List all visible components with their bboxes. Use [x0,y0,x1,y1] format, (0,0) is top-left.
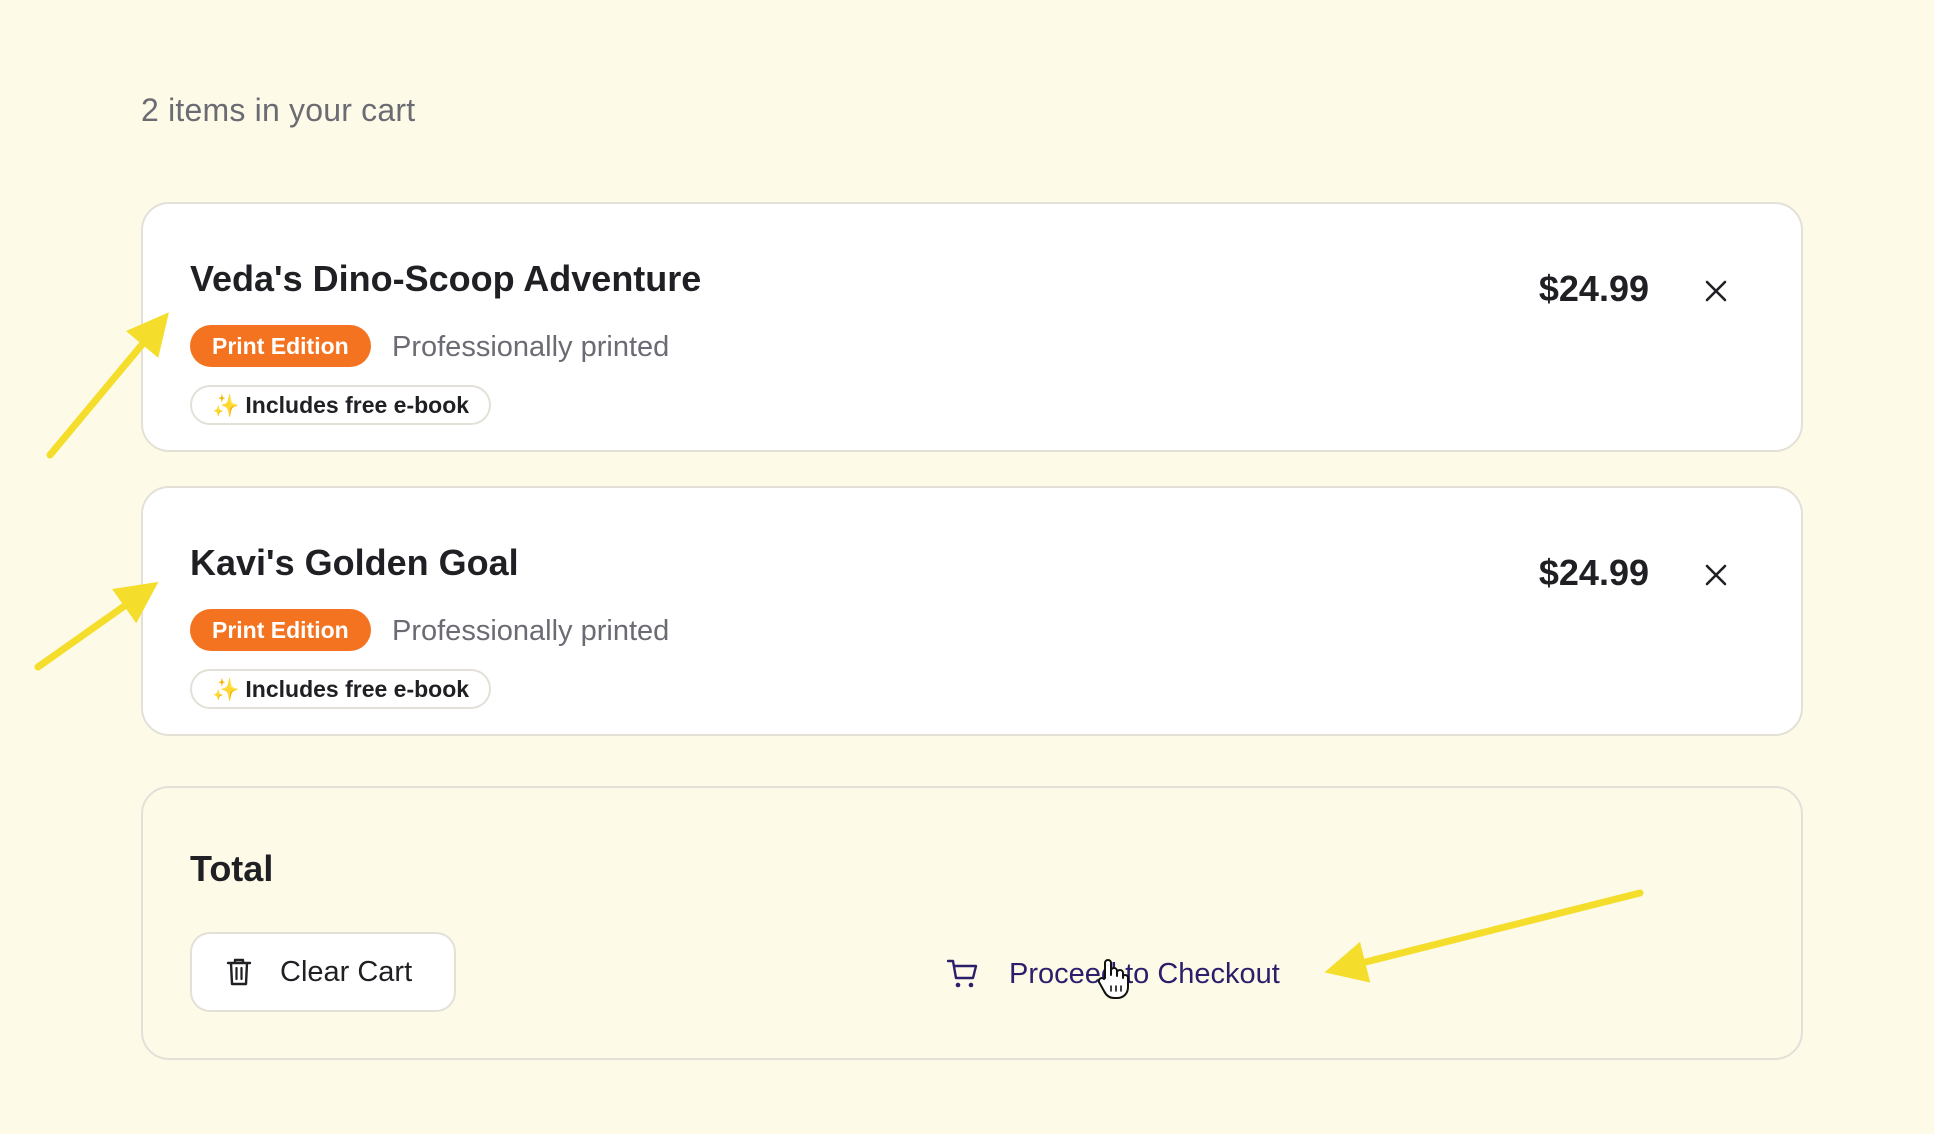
total-card: Total Clear Cart Proceed to Checkout [141,786,1803,1060]
remove-item-button[interactable] [1699,274,1733,308]
edition-badge: Print Edition [190,325,371,367]
item-price: $24.99 [1538,268,1649,309]
clear-cart-label: Clear Cart [280,955,413,988]
sparkle-icon: ✨ [212,676,240,702]
ebook-note: Includes free e-book [245,675,470,702]
item-price: $24.99 [1538,552,1649,593]
hand-pointer-icon [1096,958,1130,1005]
cart-icon [947,959,978,988]
annotation-arrow [34,581,159,671]
close-icon [1705,564,1727,586]
edition-description: Professionally printed [392,331,670,363]
checkout-label: Proceed to Checkout [1009,957,1280,990]
clear-cart-button[interactable]: Clear Cart [190,932,456,1012]
edition-badge: Print Edition [190,609,371,651]
close-icon [1705,280,1727,302]
cart-item: Veda's Dino-Scoop Adventure Print Editio… [141,202,1803,452]
item-title: Kavi's Golden Goal [190,542,519,583]
cart-item: Kavi's Golden Goal Print Edition Profess… [141,486,1803,736]
cart-summary: 2 items in your cart [141,92,416,128]
remove-item-button[interactable] [1699,558,1733,592]
total-label: Total [190,848,274,889]
ebook-pill: ✨ Includes free e-book [190,385,492,425]
sparkle-icon: ✨ [212,392,240,418]
trash-icon [226,958,252,986]
item-title: Veda's Dino-Scoop Adventure [190,258,702,299]
edition-description: Professionally printed [392,615,670,647]
ebook-note: Includes free e-book [245,391,470,418]
ebook-pill: ✨ Includes free e-book [190,669,492,709]
